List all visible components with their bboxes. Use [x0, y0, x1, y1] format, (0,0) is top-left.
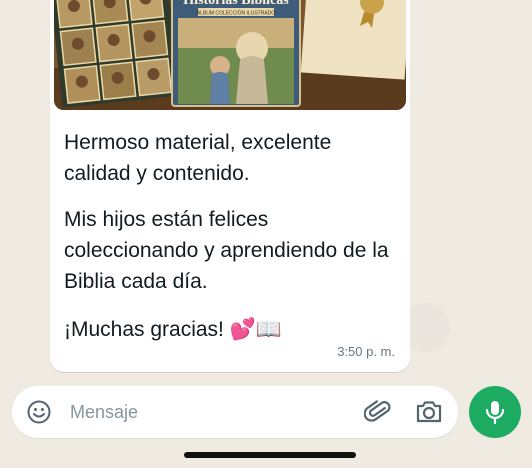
message-image[interactable]: Historias Bíblicas ÁLBUM COLECCIÓN ILUST…	[54, 0, 406, 110]
album-illustration: Historias Bíblicas ÁLBUM COLECCIÓN ILUST…	[54, 0, 406, 110]
attach-icon[interactable]	[363, 398, 392, 426]
certificate	[300, 0, 406, 80]
message-timestamp: 3:50 p. m.	[337, 344, 395, 359]
mic-button[interactable]	[469, 386, 521, 438]
album-title: Historias Bíblicas	[183, 0, 289, 8]
album-subtitle: ÁLBUM COLECCIÓN ILUSTRADO	[197, 10, 275, 17]
sticker-sheet	[54, 0, 180, 108]
message-input[interactable]	[70, 400, 350, 424]
message-bubble[interactable]: Historias Bíblicas ÁLBUM COLECCIÓN ILUST…	[50, 0, 410, 372]
message-paragraph-1: Hermoso material, excelente calidad y co…	[64, 131, 332, 185]
mic-icon	[485, 401, 505, 425]
emoji-icon[interactable]	[26, 399, 52, 425]
home-indicator	[184, 452, 356, 458]
camera-icon[interactable]	[415, 399, 443, 425]
message-paragraph-2: Mis hijos están felices coleccionando y …	[64, 208, 389, 293]
message-composer	[12, 386, 458, 438]
message-paragraph-3: ¡Muchas gracias! 💕📖	[64, 318, 283, 341]
